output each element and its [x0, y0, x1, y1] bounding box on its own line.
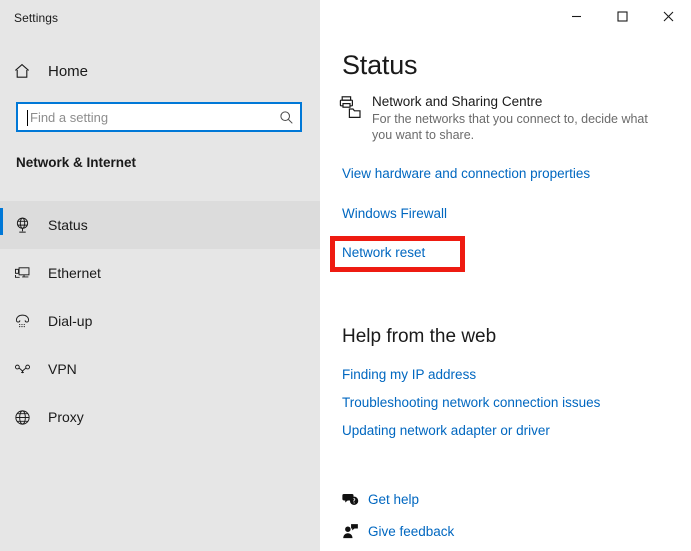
settings-window: Home Find a setting Network & Internet S… [0, 0, 691, 551]
network-status-icon [0, 216, 44, 235]
sidebar-item-label: Status [48, 217, 88, 233]
network-sharing-centre-text: Network and Sharing Centre For the netwo… [372, 93, 688, 143]
get-help-label[interactable]: Get help [368, 492, 419, 507]
network-sharing-centre-icon [338, 93, 372, 143]
network-sharing-centre-block: Network and Sharing Centre For the netwo… [338, 93, 688, 143]
vpn-key-icon [0, 360, 44, 379]
sidebar-category-heading: Network & Internet [16, 155, 137, 170]
text-caret [27, 110, 28, 126]
page-title: Status [342, 50, 418, 80]
sidebar-item-ethernet[interactable]: Ethernet [0, 249, 320, 297]
get-help-row[interactable]: Get help [332, 488, 419, 510]
window-title: Settings [14, 11, 59, 25]
help-from-the-web-heading: Help from the web [342, 326, 497, 347]
sidebar-home-label: Home [48, 62, 89, 80]
sidebar-item-label: Dial-up [48, 313, 93, 329]
link-windows-firewall[interactable]: Windows Firewall [342, 206, 447, 221]
main-content: Status Network and Sharing Centre For th… [320, 0, 691, 551]
ethernet-icon [0, 264, 44, 283]
maximize-button[interactable] [599, 0, 645, 32]
sidebar-item-status[interactable]: Status [0, 201, 320, 249]
network-sharing-centre-title: Network and Sharing Centre [372, 94, 543, 109]
home-icon [0, 62, 44, 80]
link-updating-network-adapter-or-driver[interactable]: Updating network adapter or driver [342, 423, 550, 438]
search-icon[interactable] [272, 110, 300, 125]
feedback-person-icon [332, 523, 368, 540]
link-finding-my-ip-address[interactable]: Finding my IP address [342, 367, 476, 382]
minimize-button[interactable] [553, 0, 599, 32]
close-button[interactable] [645, 0, 691, 32]
link-view-hardware-and-connection-properties[interactable]: View hardware and connection properties [342, 166, 590, 181]
title-bar: Settings [0, 0, 691, 40]
search-input[interactable]: Find a setting [16, 102, 302, 132]
link-network-reset[interactable]: Network reset [342, 245, 425, 260]
give-feedback-row[interactable]: Give feedback [332, 520, 454, 542]
sidebar-item-label: Ethernet [48, 265, 101, 281]
sidebar-item-vpn[interactable]: VPN [0, 345, 320, 393]
selection-accent-bar [0, 208, 3, 235]
sidebar-nav-list: Status Ethernet Dial-up VPN Proxy [0, 201, 320, 441]
link-troubleshooting-network-connection-issues[interactable]: Troubleshooting network connection issue… [342, 395, 600, 410]
search-placeholder: Find a setting [30, 109, 109, 125]
dialup-phone-icon [0, 312, 44, 331]
globe-icon [0, 408, 44, 427]
sidebar-item-home[interactable]: Home [0, 56, 320, 86]
network-sharing-centre-description: For the networks that you connect to, de… [372, 112, 648, 142]
window-controls [553, 0, 691, 32]
give-feedback-label[interactable]: Give feedback [368, 524, 454, 539]
sidebar-item-label: Proxy [48, 409, 84, 425]
help-question-bubble-icon [332, 491, 368, 508]
sidebar-item-dial-up[interactable]: Dial-up [0, 297, 320, 345]
sidebar-item-label: VPN [48, 361, 77, 377]
sidebar-item-proxy[interactable]: Proxy [0, 393, 320, 441]
sidebar: Home Find a setting Network & Internet S… [0, 0, 320, 551]
